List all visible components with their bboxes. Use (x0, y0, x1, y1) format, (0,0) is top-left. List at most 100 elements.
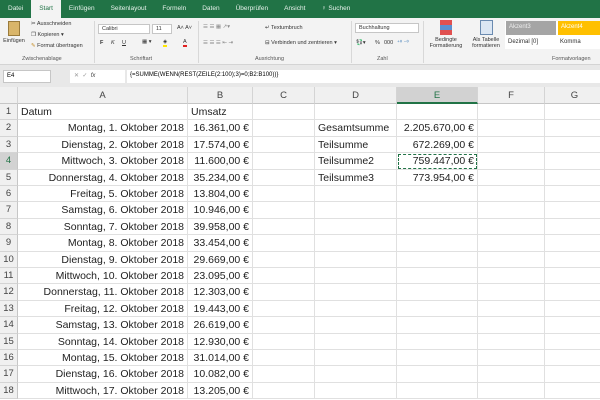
cell-f6[interactable] (478, 186, 545, 202)
cell-a10[interactable]: Dienstag, 9. Oktober 2018 (18, 252, 188, 268)
cell-b12[interactable]: 12.303,00 € (188, 284, 253, 300)
cell-e1[interactable] (397, 104, 478, 120)
cell-g4[interactable] (545, 153, 600, 169)
cell-d18[interactable] (315, 383, 397, 399)
cell-g8[interactable] (545, 219, 600, 235)
cell-g12[interactable] (545, 284, 600, 300)
cell-a1[interactable]: Datum (18, 104, 188, 120)
cell-d7[interactable] (315, 202, 397, 218)
column-header-a[interactable]: A (18, 87, 188, 104)
cell-e3[interactable]: 672.269,00 € (397, 137, 478, 153)
cell-a15[interactable]: Sonntag, 14. Oktober 2018 (18, 334, 188, 350)
cell-f7[interactable] (478, 202, 545, 218)
cell-a4[interactable]: Mittwoch, 3. Oktober 2018 (18, 153, 188, 169)
tab-formeln[interactable]: Formeln (154, 0, 194, 18)
row-header[interactable]: 10 (0, 252, 18, 268)
cell-a8[interactable]: Sonntag, 7. Oktober 2018 (18, 219, 188, 235)
cell-d2[interactable]: Gesamtsumme (315, 120, 397, 136)
cell-a17[interactable]: Dienstag, 16. Oktober 2018 (18, 366, 188, 382)
formula-input[interactable]: {=SUMME(WENN(REST(ZEILE(2:100);3)=0;B2:B… (127, 70, 600, 83)
cell-e16[interactable] (397, 350, 478, 366)
cell-e12[interactable] (397, 284, 478, 300)
cell-a6[interactable]: Freitag, 5. Oktober 2018 (18, 186, 188, 202)
cell-b2[interactable]: 16.361,00 € (188, 120, 253, 136)
row-header[interactable]: 3 (0, 137, 18, 153)
cell-e8[interactable] (397, 219, 478, 235)
select-all-corner[interactable] (0, 87, 18, 104)
cell-c6[interactable] (253, 186, 315, 202)
cell-e11[interactable] (397, 268, 478, 284)
cell-f10[interactable] (478, 252, 545, 268)
cell-g14[interactable] (545, 317, 600, 333)
tab-ueberpruefen[interactable]: Überprüfen (228, 0, 277, 18)
thousands-button[interactable]: 000 (384, 40, 393, 46)
cell-g7[interactable] (545, 202, 600, 218)
cell-c11[interactable] (253, 268, 315, 284)
cell-e14[interactable] (397, 317, 478, 333)
cell-f15[interactable] (478, 334, 545, 350)
decimal-icon[interactable]: ⁺⁰ ⁻⁰ (397, 40, 409, 46)
cell-c8[interactable] (253, 219, 315, 235)
cell-g9[interactable] (545, 235, 600, 251)
cell-e18[interactable] (397, 383, 478, 399)
cell-g16[interactable] (545, 350, 600, 366)
cell-c2[interactable] (253, 120, 315, 136)
style-akzent4[interactable]: Akzent4 (558, 21, 600, 35)
cell-b8[interactable]: 39.958,00 € (188, 219, 253, 235)
cell-e2[interactable]: 2.205.670,00 € (397, 120, 478, 136)
style-komma[interactable]: Komma (560, 39, 581, 45)
cell-b17[interactable]: 10.082,00 € (188, 366, 253, 382)
row-header[interactable]: 15 (0, 334, 18, 350)
tab-daten[interactable]: Daten (194, 0, 227, 18)
column-header-e[interactable]: E (397, 87, 478, 104)
row-header[interactable]: 6 (0, 186, 18, 202)
cancel-icon[interactable]: ✕ (74, 73, 79, 79)
cell-c16[interactable] (253, 350, 315, 366)
style-akzent3[interactable]: Akzent3 (506, 21, 556, 35)
cell-b14[interactable]: 26.619,00 € (188, 317, 253, 333)
cell-f3[interactable] (478, 137, 545, 153)
grow-font-icon[interactable]: A˄ A˅ (177, 25, 192, 31)
tab-einfuegen[interactable]: Einfügen (61, 0, 103, 18)
column-header-d[interactable]: D (315, 87, 397, 104)
row-header[interactable]: 8 (0, 219, 18, 235)
borders-icon[interactable]: ▦ ▾ (142, 39, 152, 45)
cell-b5[interactable]: 35.234,00 € (188, 170, 253, 186)
cell-c12[interactable] (253, 284, 315, 300)
cell-b16[interactable]: 31.014,00 € (188, 350, 253, 366)
cell-e10[interactable] (397, 252, 478, 268)
cell-d9[interactable] (315, 235, 397, 251)
wrap-text-button[interactable]: ↵ Textumbruch (265, 25, 303, 31)
column-header-b[interactable]: B (188, 87, 253, 104)
cell-g13[interactable] (545, 301, 600, 317)
style-dezimal[interactable]: Dezimal [0] (508, 39, 538, 45)
cell-e17[interactable] (397, 366, 478, 382)
column-header-g[interactable]: G (545, 87, 600, 104)
row-header[interactable]: 5 (0, 170, 18, 186)
cell-f14[interactable] (478, 317, 545, 333)
cell-f5[interactable] (478, 170, 545, 186)
font-color-icon[interactable]: A (183, 39, 187, 47)
conditional-formatting-button[interactable]: BedingteFormatierung (425, 20, 467, 49)
cell-d8[interactable] (315, 219, 397, 235)
row-header[interactable]: 16 (0, 350, 18, 366)
cell-a5[interactable]: Donnerstag, 4. Oktober 2018 (18, 170, 188, 186)
cell-e5[interactable]: 773.954,00 € (397, 170, 478, 186)
cell-c3[interactable] (253, 137, 315, 153)
cell-b7[interactable]: 10.946,00 € (188, 202, 253, 218)
cell-e7[interactable] (397, 202, 478, 218)
underline-button[interactable]: U (122, 40, 126, 46)
italic-button[interactable]: K (111, 40, 115, 46)
cell-b9[interactable]: 33.454,00 € (188, 235, 253, 251)
cell-c9[interactable] (253, 235, 315, 251)
cell-d13[interactable] (315, 301, 397, 317)
fill-color-icon[interactable]: ◈ (163, 39, 167, 47)
tab-datei[interactable]: Datei (0, 0, 31, 18)
row-header[interactable]: 4 (0, 153, 18, 169)
copy-button[interactable]: ❐ Kopieren ▾ (31, 32, 64, 38)
cell-g18[interactable] (545, 383, 600, 399)
cell-b3[interactable]: 17.574,00 € (188, 137, 253, 153)
cell-b1[interactable]: Umsatz (188, 104, 253, 120)
font-size-select[interactable]: 11 (152, 24, 172, 34)
cell-f12[interactable] (478, 284, 545, 300)
